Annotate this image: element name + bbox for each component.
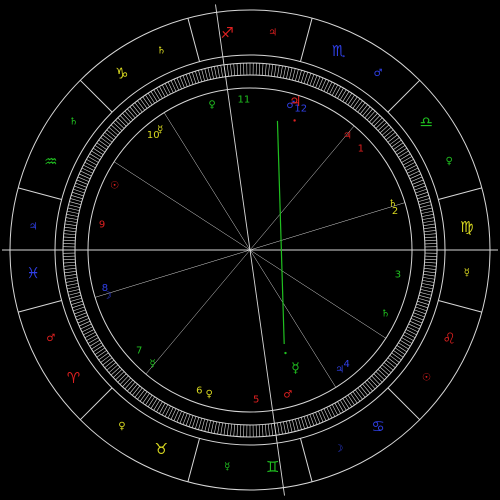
sign-glyph-gemini: ♊ (266, 458, 279, 476)
house-ruler-12: ♃ (335, 365, 344, 376)
sign-ruler-aquarius: ♄ (69, 116, 78, 127)
sign-ruler-gemini: ☿ (224, 461, 230, 472)
sign-ruler-capricorn: ♄ (157, 45, 166, 56)
sign-glyph-virgo: ♍ (460, 218, 473, 236)
house-ruler-9: ♃ (343, 130, 352, 141)
sign-ruler-virgo: ☿ (464, 267, 470, 278)
house-number-5: 5 (253, 394, 259, 405)
house-ruler-7: ♀ (208, 99, 215, 110)
house-ruler-5: ☉ (110, 180, 119, 191)
house-ruler-3: ☿ (150, 359, 156, 370)
sign-glyph-sagittarius: ♐ (220, 24, 233, 42)
sign-glyph-aries: ♈ (67, 369, 80, 387)
planet-jupiter-marker (293, 119, 296, 122)
planet-mercury-glyph: ☿ (291, 361, 300, 377)
sign-glyph-libra: ♎ (420, 113, 433, 131)
sign-glyph-pisces: ♓ (26, 264, 39, 282)
sign-glyph-aquarius: ♒ (44, 152, 57, 170)
house-number-11: 11 (237, 95, 250, 106)
astrology-chart: ♈ ♂ ♉ ♀ ♊ ☿ ♋ ☽ ♌ ☉ ♍ ☿ ♎ ♀ ♏ ♂ ♐ ♃ ♑ ♄ ♒ ♄ ♓ ♃ 1 ♂ 2 ♀ 3 ☿ 4 ☽ 5 ☉ 6 ☿ 7 ♀ 8… (0, 0, 500, 500)
house-ruler-10: ♄ (388, 199, 397, 210)
house-ruler-11: ♄ (381, 309, 390, 320)
sign-glyph-capricorn: ♑ (115, 65, 128, 83)
house-number-10: 10 (147, 130, 160, 141)
house-number-6: 6 (196, 386, 202, 397)
planet-jupiter-glyph: ♃ (289, 94, 302, 110)
sign-ruler-sagittarius: ♃ (268, 28, 277, 39)
sign-glyph-taurus: ♉ (155, 440, 168, 458)
house-ruler-2: ♀ (205, 389, 212, 400)
house-number-7: 7 (136, 346, 142, 357)
house-number-9: 9 (99, 220, 105, 231)
sign-ruler-cancer: ☽ (334, 444, 343, 455)
sign-ruler-pisces: ♃ (29, 222, 38, 233)
house-number-8: 8 (102, 283, 108, 294)
sign-glyph-leo: ♌ (442, 330, 455, 348)
house-number-4: 4 (344, 359, 350, 370)
sign-glyph-scorpio: ♏ (332, 42, 346, 60)
chart-wheel: ♈♂♉♀♊☿♋☽♌☉♍☿♎♀♏♂♐ ♃♑♄♒♄♓♃ 1♂2♀3☿ 4☽5☉6☿7♀8… (0, 0, 500, 500)
house-number-3: 3 (395, 269, 401, 280)
sign-ruler-libra: ♀ (445, 156, 452, 167)
house-number-1: 1 (358, 143, 364, 154)
sign-ruler-aries: ♂ (46, 333, 55, 344)
sign-ruler-scorpio: ♂ (374, 68, 383, 79)
sign-ruler-taurus: ♀ (118, 421, 125, 432)
sign-ruler-leo: ☉ (422, 373, 431, 384)
planet-mercury-marker (284, 351, 287, 355)
sign-glyph-cancer: ♋ (371, 417, 384, 435)
house-ruler-1: ♂ (283, 390, 292, 401)
